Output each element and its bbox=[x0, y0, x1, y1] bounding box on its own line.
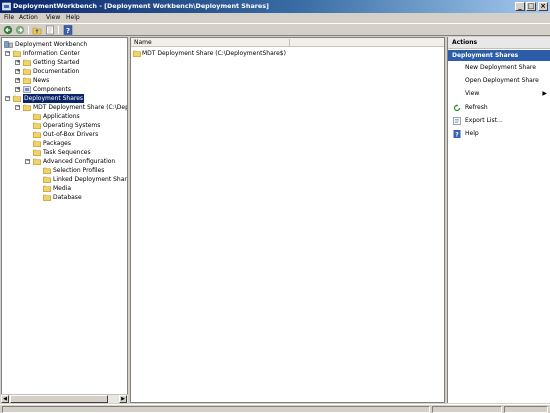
content-list: Name MDT Deployment Share (C:\Deployment… bbox=[130, 37, 445, 403]
folder-icon bbox=[43, 185, 51, 192]
tree-label: Task Sequences bbox=[43, 149, 91, 156]
column-header-label: Name bbox=[134, 39, 152, 46]
folder-icon bbox=[33, 131, 41, 138]
actions-header: Actions bbox=[448, 37, 550, 49]
folder-icon bbox=[23, 77, 31, 84]
tree-label: Media bbox=[53, 185, 72, 192]
tree-label: Components bbox=[33, 86, 71, 93]
collapse-toggle[interactable]: − bbox=[25, 159, 30, 164]
export-list-icon bbox=[453, 117, 461, 125]
status-bar bbox=[0, 404, 550, 413]
tree-label: Documentation bbox=[33, 68, 80, 75]
expand-toggle[interactable]: + bbox=[15, 87, 20, 92]
submenu-arrow-icon: ▶ bbox=[542, 90, 547, 97]
action-label: Help bbox=[465, 130, 479, 137]
expand-toggle[interactable]: + bbox=[15, 78, 20, 83]
tree-label: Selection Profiles bbox=[53, 167, 105, 174]
close-button[interactable]: × bbox=[538, 2, 548, 11]
folder-icon bbox=[33, 122, 41, 129]
actions-pane: Actions Deployment Shares New Deployment… bbox=[447, 37, 550, 403]
expand-toggle[interactable]: + bbox=[15, 60, 20, 65]
tree-label: Out-of-Box Drivers bbox=[43, 131, 99, 138]
components-icon bbox=[23, 86, 31, 93]
minimize-button[interactable]: _ bbox=[515, 2, 525, 11]
folder-icon bbox=[23, 104, 31, 111]
help-icon[interactable]: ? bbox=[63, 25, 73, 35]
menu-bar: File Action View Help bbox=[0, 13, 550, 23]
scroll-left-arrow-icon[interactable]: ◀ bbox=[1, 395, 9, 403]
action-label: New Deployment Share bbox=[465, 64, 536, 71]
status-panel bbox=[2, 406, 430, 413]
help-icon: ? bbox=[453, 130, 461, 138]
tree-label: News bbox=[33, 77, 50, 84]
tree-label-selected: Deployment Shares bbox=[23, 94, 85, 103]
action-label: Open Deployment Share bbox=[465, 77, 539, 84]
list-item-label: MDT Deployment Share (C:\DeploymentShare… bbox=[142, 50, 286, 57]
folder-icon bbox=[43, 176, 51, 183]
tree-label: Getting Started bbox=[33, 59, 80, 66]
forward-arrow-icon[interactable] bbox=[15, 25, 25, 35]
action-label: View bbox=[465, 90, 480, 97]
action-open-deployment-share[interactable]: Open Deployment Share bbox=[448, 76, 550, 86]
actions-section-header[interactable]: Deployment Shares bbox=[448, 50, 550, 61]
title-bar: DeploymentWorkbench - [Deployment Workbe… bbox=[0, 0, 550, 13]
tree-label: Operating Systems bbox=[43, 122, 101, 129]
folder-icon bbox=[23, 59, 31, 66]
action-label: Refresh bbox=[465, 104, 488, 111]
tree-label: Information Center bbox=[23, 50, 80, 57]
collapse-toggle[interactable]: − bbox=[5, 51, 10, 56]
action-refresh[interactable]: Refresh bbox=[448, 103, 550, 113]
tree-label: Deployment Workbench bbox=[15, 41, 88, 48]
tree-horizontal-scrollbar[interactable]: ◀ ▶ bbox=[1, 394, 128, 403]
folder-icon bbox=[23, 68, 31, 75]
action-view[interactable]: View ▶ bbox=[448, 89, 550, 99]
action-export-list[interactable]: Export List... bbox=[448, 116, 550, 126]
workbench-icon bbox=[4, 41, 13, 48]
scroll-thumb[interactable] bbox=[10, 395, 108, 403]
folder-icon bbox=[33, 149, 41, 156]
toolbar: ? bbox=[0, 23, 550, 36]
navigation-tree: Deployment Workbench − Information Cente… bbox=[1, 37, 128, 403]
scroll-right-arrow-icon[interactable]: ▶ bbox=[119, 395, 127, 403]
menu-action[interactable]: Action bbox=[19, 13, 38, 23]
collapse-toggle[interactable]: − bbox=[15, 105, 20, 110]
folder-icon bbox=[43, 194, 51, 201]
folder-icon bbox=[13, 50, 21, 57]
tree-label: Packages bbox=[43, 140, 71, 147]
action-new-deployment-share[interactable]: New Deployment Share bbox=[448, 63, 550, 73]
expand-toggle[interactable]: + bbox=[15, 69, 20, 74]
status-panel bbox=[432, 406, 502, 413]
window-title: DeploymentWorkbench - [Deployment Workbe… bbox=[13, 2, 269, 10]
svg-text:?: ? bbox=[66, 27, 70, 35]
refresh-icon bbox=[453, 104, 461, 112]
tree-label: Applications bbox=[43, 113, 80, 120]
tree-label: Advanced Configuration bbox=[43, 158, 116, 165]
menu-view[interactable]: View bbox=[46, 13, 60, 23]
status-panel bbox=[504, 406, 548, 413]
folder-icon bbox=[33, 158, 41, 165]
folder-icon bbox=[33, 113, 41, 120]
action-help[interactable]: ? Help bbox=[448, 129, 550, 139]
collapse-toggle[interactable]: − bbox=[5, 96, 10, 101]
tree-label: Linked Deployment Shares bbox=[53, 176, 128, 183]
maximize-button[interactable]: □ bbox=[526, 2, 536, 11]
menu-file[interactable]: File bbox=[4, 13, 14, 23]
svg-text:?: ? bbox=[455, 132, 459, 138]
menu-help[interactable]: Help bbox=[66, 13, 80, 23]
folder-icon bbox=[33, 140, 41, 147]
folder-icon bbox=[133, 50, 141, 57]
action-label: Export List... bbox=[465, 117, 503, 124]
column-header-name[interactable]: Name bbox=[131, 38, 444, 47]
app-icon bbox=[2, 2, 11, 11]
back-arrow-icon[interactable] bbox=[3, 25, 13, 35]
properties-icon[interactable] bbox=[45, 25, 55, 35]
up-folder-icon[interactable] bbox=[32, 25, 42, 35]
tree-label: Database bbox=[53, 194, 82, 201]
folder-icon bbox=[13, 95, 21, 102]
folder-icon bbox=[43, 167, 51, 174]
tree-label: MDT Deployment Share (C:\Deploym bbox=[33, 104, 127, 111]
